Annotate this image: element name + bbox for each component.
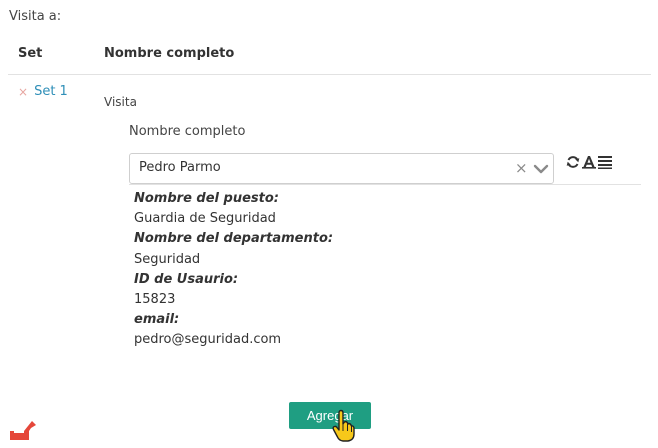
chevron-down-icon[interactable] — [533, 162, 549, 176]
remove-icon[interactable]: × — [18, 86, 28, 98]
text-icon[interactable] — [582, 155, 596, 169]
position-label: Nombre del puesto: — [134, 191, 279, 206]
list-icon[interactable] — [598, 155, 612, 169]
visit-form: Visita a: Set Nombre completo × Set 1 Vi… — [0, 0, 658, 448]
position-value: Guardia de Seguridad — [134, 211, 276, 227]
field-toolbar — [566, 155, 612, 169]
details-divider — [129, 184, 641, 185]
clear-icon[interactable]: × — [515, 159, 528, 177]
name-select[interactable]: Pedro Parmo × — [129, 153, 554, 184]
hand-cursor-icon — [332, 409, 355, 442]
add-button[interactable]: Agregar — [289, 402, 371, 429]
user-id-label: ID de Usaurio: — [134, 271, 239, 287]
department-value: Seguridad — [134, 251, 201, 267]
email-value: pedro@seguridad.com — [134, 332, 282, 348]
set-row: × Set 1 — [18, 84, 68, 99]
column-header-set: Set — [18, 46, 43, 61]
email-label: email: — [134, 312, 180, 328]
field-label: Nombre completo — [129, 124, 246, 139]
header-divider — [8, 74, 651, 75]
section-label: Visita a: — [9, 9, 62, 24]
corner-icon — [10, 421, 36, 440]
refresh-icon[interactable] — [566, 155, 580, 169]
person-details: Nombre del puesto: Guardia de Seguridad … — [134, 189, 333, 351]
user-id-value: 15823 — [134, 292, 176, 308]
department-label: Nombre del departamento: — [134, 231, 334, 247]
set-link[interactable]: Set 1 — [34, 84, 68, 99]
group-label: Visita — [104, 95, 137, 109]
select-value: Pedro Parmo — [139, 160, 221, 175]
column-header-name: Nombre completo — [104, 46, 235, 61]
